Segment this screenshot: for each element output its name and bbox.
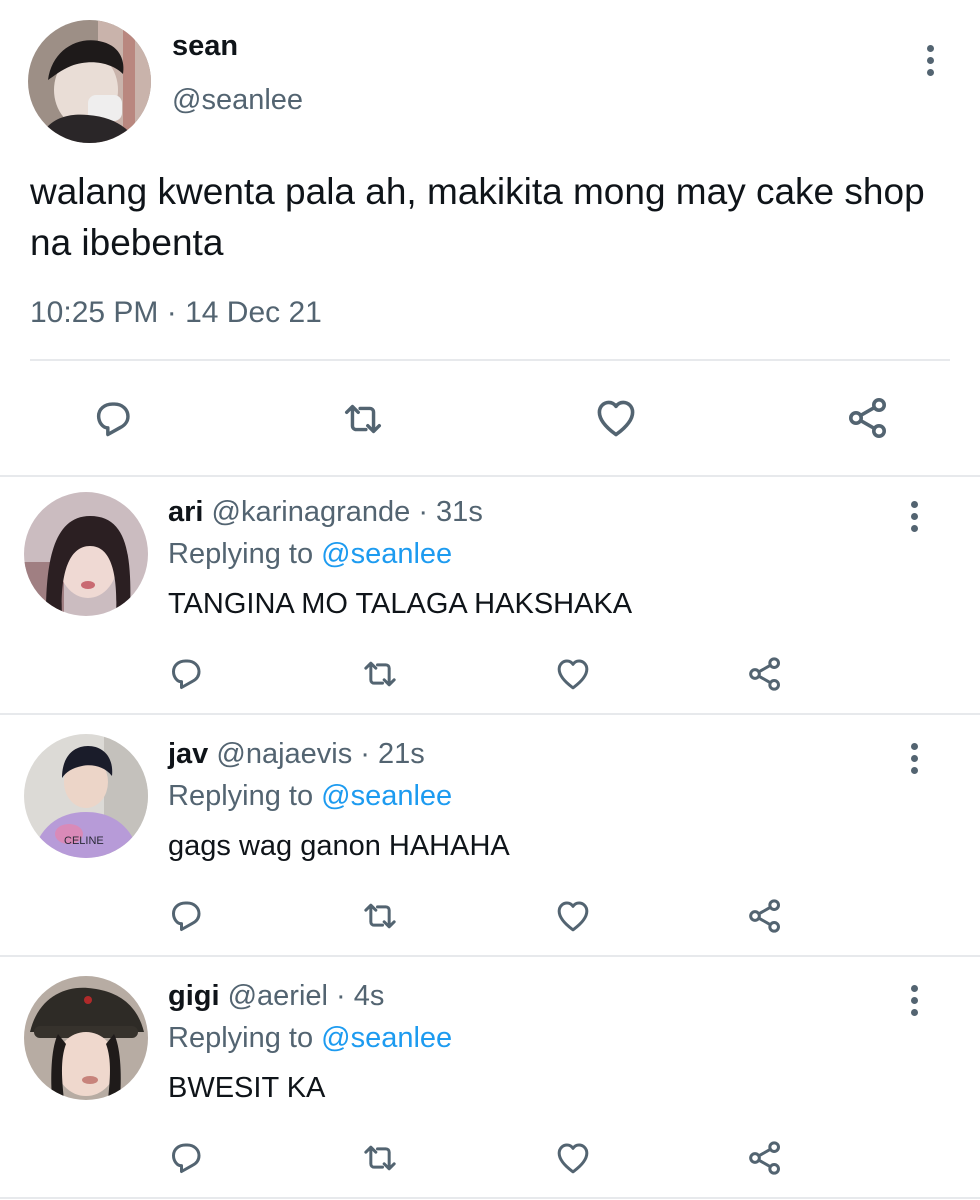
more-options-icon[interactable] (902, 496, 926, 536)
reply-icon[interactable] (90, 396, 136, 442)
display-name[interactable]: jav (168, 738, 208, 770)
avatar[interactable] (24, 976, 148, 1100)
retweet-icon[interactable] (360, 896, 400, 936)
user-handle[interactable]: @aeriel (228, 980, 328, 1012)
mention-link[interactable]: @seanlee (321, 538, 452, 570)
like-icon[interactable] (592, 394, 640, 442)
reply-tweet[interactable]: ari @karinagrande · 31s Replying to @sea… (0, 478, 980, 720)
display-name[interactable]: ari (168, 496, 203, 528)
display-name[interactable]: gigi (168, 980, 220, 1012)
replying-prefix: Replying to (168, 780, 322, 812)
divider (0, 955, 980, 957)
reply-time[interactable]: · 4s (336, 980, 384, 1012)
replying-prefix: Replying to (168, 1022, 322, 1054)
replying-to: Replying to @seanlee (168, 1022, 452, 1055)
mention-link[interactable]: @seanlee (321, 1022, 452, 1054)
avatar[interactable] (24, 492, 148, 616)
reply-tweet[interactable]: gigi @aeriel · 4s Replying to @seanlee B… (0, 962, 980, 1200)
replying-to: Replying to @seanlee (168, 780, 452, 813)
reply-time[interactable]: · 31s (418, 496, 482, 528)
reply-tweet[interactable]: CELINE jav @najaevis · 21s Replying to @… (0, 720, 980, 962)
share-icon[interactable] (844, 394, 892, 442)
user-handle[interactable]: @karinagrande (212, 496, 411, 528)
avatar-photo (28, 20, 151, 143)
share-icon[interactable] (745, 896, 785, 936)
avatar-photo (24, 492, 148, 616)
tweet-thread: sean @seanlee walang kwenta pala ah, mak… (0, 0, 980, 1200)
retweet-icon[interactable] (340, 396, 386, 442)
like-icon[interactable] (553, 1138, 593, 1178)
divider (30, 359, 950, 361)
avatar-photo: CELINE (24, 734, 148, 858)
more-options-icon[interactable] (902, 980, 926, 1020)
reply-text: gags wag ganon HAHAHA (168, 830, 510, 862)
reply-text: BWESIT KA (168, 1072, 326, 1104)
replying-to: Replying to @seanlee (168, 538, 452, 571)
reply-header: jav @najaevis · 21s (168, 738, 425, 771)
user-handle[interactable]: @najaevis (216, 738, 352, 770)
replying-prefix: Replying to (168, 538, 322, 570)
share-icon[interactable] (745, 1138, 785, 1178)
reply-icon[interactable] (166, 1138, 206, 1178)
divider (0, 713, 980, 715)
avatar-photo (24, 976, 148, 1100)
reply-icon[interactable] (166, 896, 206, 936)
display-name[interactable]: sean (172, 30, 238, 63)
more-options-icon[interactable] (902, 738, 926, 778)
mention-link[interactable]: @seanlee (321, 780, 452, 812)
main-tweet: sean @seanlee walang kwenta pala ah, mak… (0, 0, 980, 476)
tweet-text: walang kwenta pala ah, makikita mong may… (30, 171, 925, 263)
avatar[interactable] (28, 20, 151, 143)
like-icon[interactable] (553, 654, 593, 694)
avatar[interactable]: CELINE (24, 734, 148, 858)
divider (0, 1197, 980, 1199)
divider (0, 475, 980, 477)
reply-header: gigi @aeriel · 4s (168, 980, 384, 1013)
more-options-icon[interactable] (918, 40, 942, 80)
tweet-timestamp[interactable]: 10:25 PM · 14 Dec 21 (30, 296, 322, 330)
reply-time[interactable]: · 21s (360, 738, 424, 770)
user-handle[interactable]: @seanlee (172, 84, 303, 117)
retweet-icon[interactable] (360, 654, 400, 694)
reply-icon[interactable] (166, 654, 206, 694)
avatar-shirt-text: CELINE (64, 835, 104, 847)
reply-text: TANGINA MO TALAGA HAKSHAKA (168, 588, 633, 620)
reply-header: ari @karinagrande · 31s (168, 496, 483, 529)
share-icon[interactable] (745, 654, 785, 694)
like-icon[interactable] (553, 896, 593, 936)
retweet-icon[interactable] (360, 1138, 400, 1178)
